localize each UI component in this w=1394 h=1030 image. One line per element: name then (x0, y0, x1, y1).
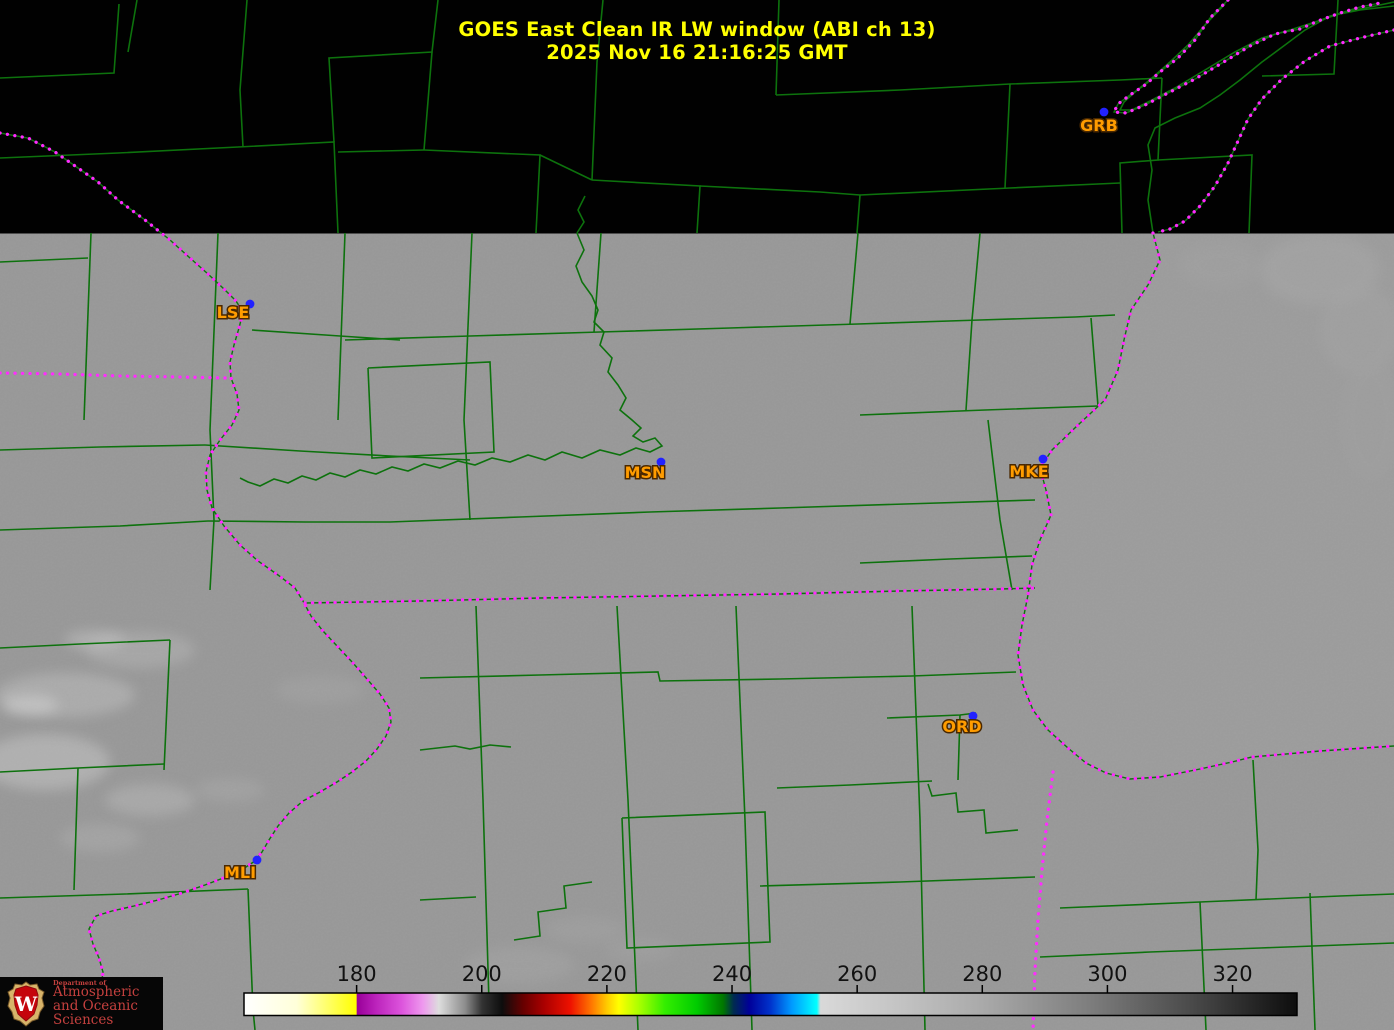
colorbar-gradient (243, 992, 1298, 1017)
product-title: GOES East Clean IR LW window (ABI ch 13) (458, 18, 936, 41)
station-label: LSE (217, 303, 250, 322)
colorbar-tick-label: 180 (337, 962, 377, 986)
colorbar-tick-label: 300 (1087, 962, 1127, 986)
station-marker-lse: LSE (215, 299, 255, 324)
crest-letter: W (14, 992, 38, 1016)
uw-aos-logo: W Department of Atmospheric and Oceanic … (0, 977, 163, 1030)
station-label: MSN (625, 463, 666, 482)
logo-name-line2: and Oceanic Sciences (53, 997, 138, 1028)
station-label: GRB (1080, 116, 1118, 135)
colorbar-tick-label: 200 (462, 962, 502, 986)
colorbar-tick-label: 320 (1213, 962, 1253, 986)
satellite-map-svg: 180 200 220 240 260 280 300 320 GRB LSE MSN MKE ORD M… (0, 0, 1394, 1030)
station-label: MLI (224, 863, 256, 882)
image-noise (0, 233, 1394, 1030)
timestamp: 2025 Nov 16 21:16:25 GMT (546, 41, 848, 64)
satellite-viewer: 180 200 220 240 260 280 300 320 GRB LSE MSN MKE ORD M… (0, 0, 1394, 1030)
station-label: ORD (942, 717, 981, 736)
colorbar-tick-label: 260 (837, 962, 877, 986)
colorbar-tick-label: 220 (587, 962, 627, 986)
logo-text: Department of Atmospheric and Oceanic Sc… (53, 979, 163, 1028)
station-label: MKE (1009, 462, 1048, 481)
uw-crest-icon: W (7, 980, 45, 1027)
colorbar-tick-label: 240 (712, 962, 752, 986)
image-title: GOES East Clean IR LW window (ABI ch 13)… (0, 18, 1394, 64)
colorbar-tick-label: 280 (962, 962, 1002, 986)
